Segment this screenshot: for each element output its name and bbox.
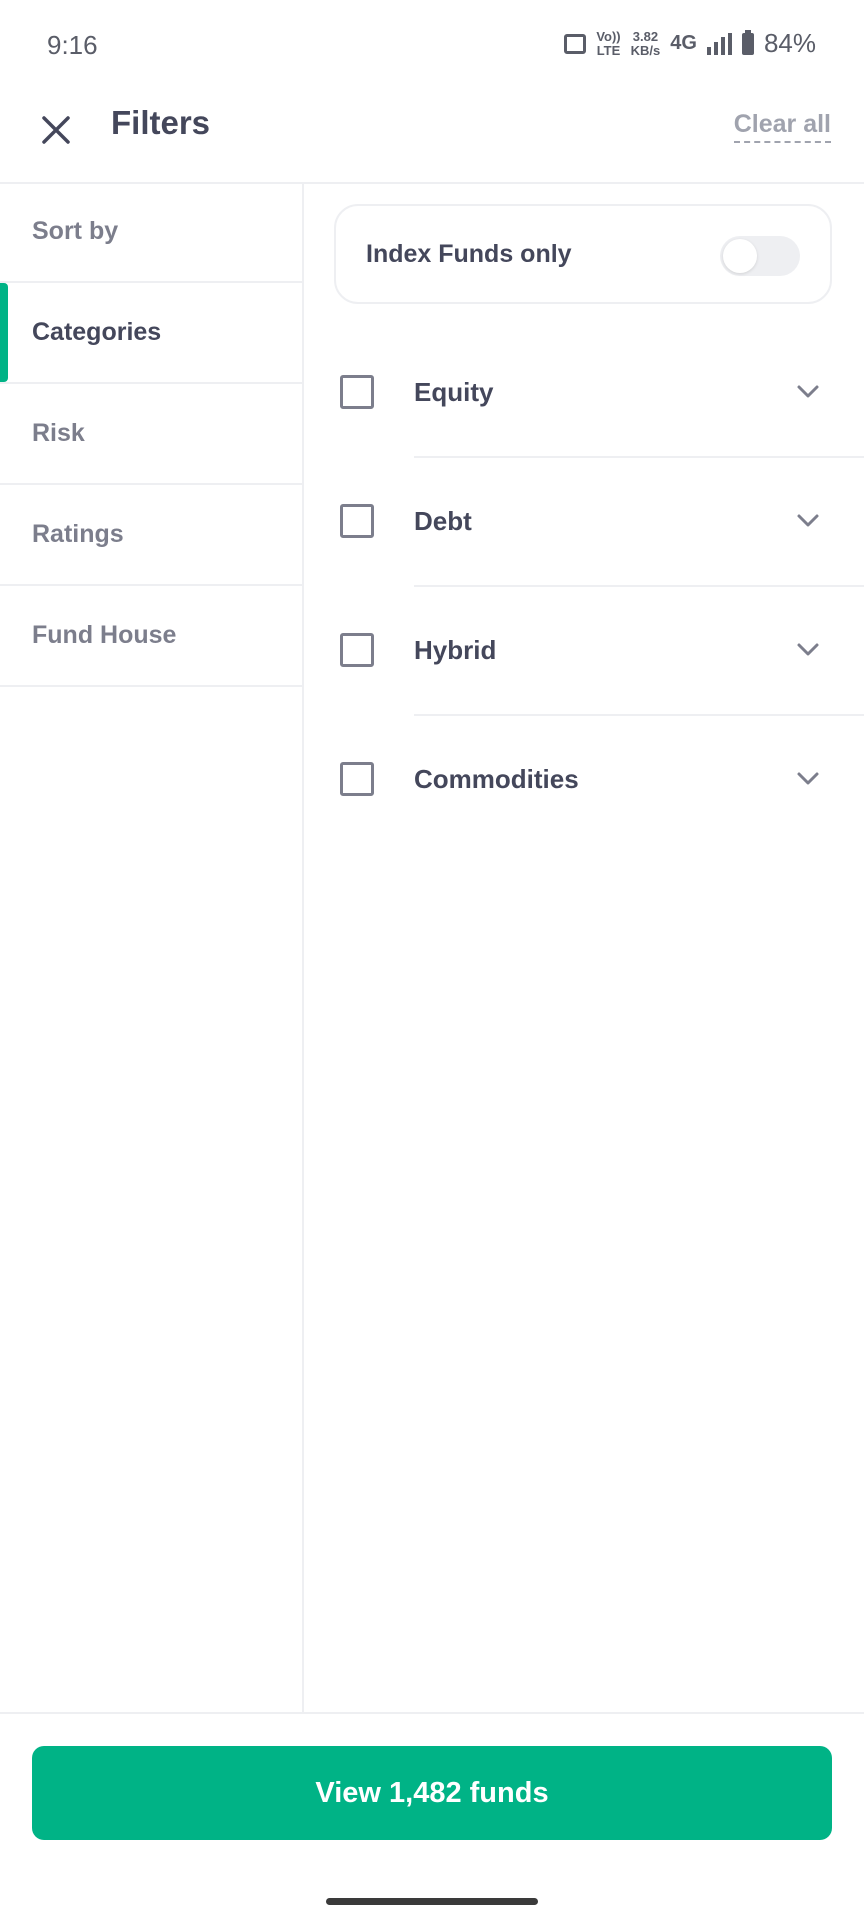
sidebar-item-label: Sort by (32, 217, 119, 245)
index-funds-card: Index Funds only (334, 204, 832, 304)
network-speed: 3.82 KB/s (630, 28, 661, 58)
status-bar: 9:16 Vo)) LTE 3.82 KB/s 4G 84% (0, 0, 864, 90)
toggle-knob (723, 239, 757, 273)
category-label: Debt (414, 506, 472, 536)
category-list: Equity Debt Hybrid Commodities (304, 329, 864, 845)
sidebar-item-label: Risk (32, 419, 85, 447)
chevron-down-icon[interactable] (794, 637, 822, 661)
volte-indicator: Vo)) LTE (596, 28, 621, 58)
signal-icon (706, 32, 732, 55)
chevron-down-icon[interactable] (794, 766, 822, 790)
index-funds-toggle[interactable] (720, 236, 800, 276)
filters-header: Filters Clear all (0, 90, 864, 184)
chevron-down-icon[interactable] (794, 379, 822, 403)
sidebar-item-risk[interactable]: Risk (0, 384, 302, 485)
category-label: Hybrid (414, 635, 497, 665)
status-time: 9:16 (47, 30, 98, 60)
filter-content: Index Funds only Equity Debt Hybrid Comm… (304, 182, 864, 1712)
vibrate-icon (564, 33, 587, 54)
sidebar-item-label: Ratings (32, 520, 124, 548)
sidebar-item-sort-by[interactable]: Sort by (0, 182, 302, 283)
battery-level: 84% (763, 28, 816, 58)
close-button[interactable] (36, 110, 76, 150)
status-icons: Vo)) LTE 3.82 KB/s 4G 84% (564, 28, 816, 59)
hybrid-checkbox[interactable] (340, 633, 374, 667)
sidebar-item-fund-house[interactable]: Fund House (0, 586, 302, 687)
category-row-commodities: Commodities (304, 716, 864, 845)
filter-sidebar: Sort by Categories Risk Ratings Fund Hou… (0, 182, 304, 1712)
close-icon (42, 116, 70, 144)
sidebar-item-categories[interactable]: Categories (0, 283, 302, 384)
clear-all-link[interactable]: Clear all (733, 110, 831, 143)
debt-checkbox[interactable] (340, 504, 374, 538)
view-funds-button[interactable]: View 1,482 funds (32, 1746, 832, 1840)
page-title: Filters (111, 104, 211, 141)
sidebar-item-label: Fund House (32, 621, 177, 649)
chevron-down-icon[interactable] (794, 508, 822, 532)
index-funds-label: Index Funds only (366, 239, 572, 268)
home-indicator[interactable] (326, 1898, 538, 1905)
category-row-hybrid: Hybrid (304, 587, 864, 716)
filters-footer: View 1,482 funds (0, 1712, 864, 1922)
category-label: Commodities (414, 764, 579, 794)
category-label: Equity (414, 377, 494, 407)
network-type: 4G (670, 32, 697, 54)
category-row-debt: Debt (304, 458, 864, 587)
equity-checkbox[interactable] (340, 375, 374, 409)
sidebar-item-ratings[interactable]: Ratings (0, 485, 302, 586)
battery-icon (741, 29, 754, 55)
sidebar-item-label: Categories (32, 318, 162, 346)
commodities-checkbox[interactable] (340, 762, 374, 796)
category-row-equity: Equity (304, 329, 864, 458)
